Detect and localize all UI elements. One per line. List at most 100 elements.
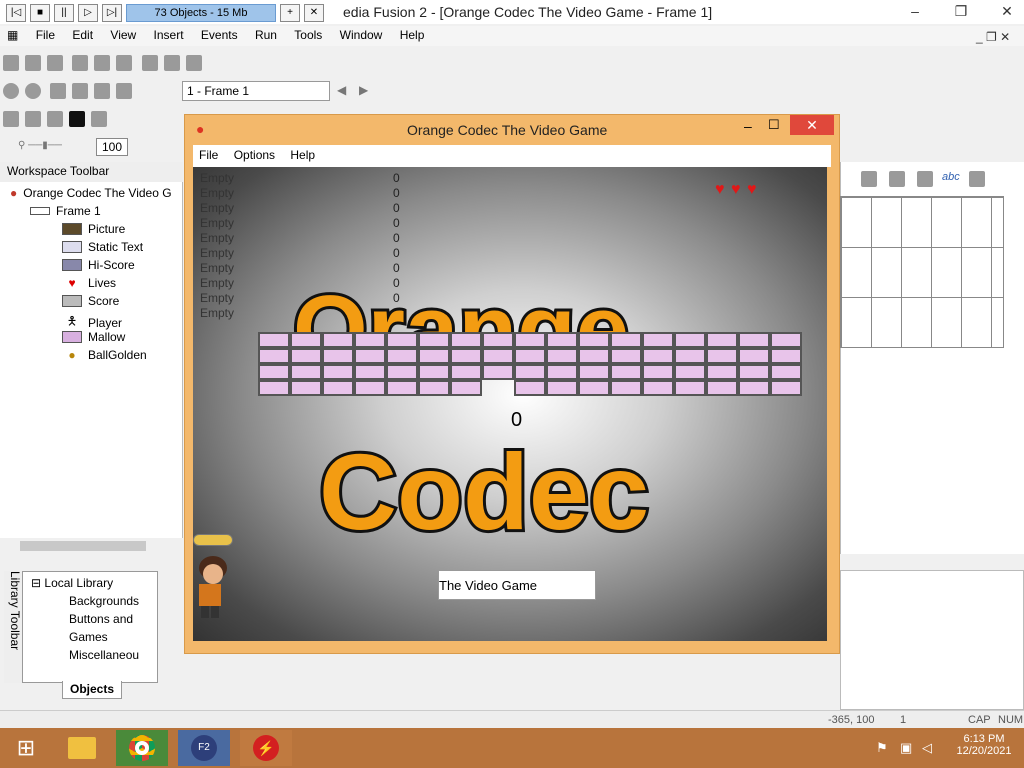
brick <box>258 380 290 396</box>
menu-insert[interactable]: Insert <box>147 26 191 44</box>
hiscore-value: 0 <box>393 216 400 230</box>
undo-icon[interactable] <box>141 55 158 71</box>
menu-file[interactable]: File <box>29 26 62 44</box>
add-button[interactable]: + <box>280 4 300 22</box>
prev-frame-icon[interactable]: ◀ <box>337 83 346 97</box>
properties-icon[interactable] <box>116 83 133 99</box>
next-frame-button[interactable]: ▷| <box>102 4 122 22</box>
next-frame-icon[interactable]: ▶ <box>359 83 368 97</box>
text-object-icon[interactable]: abc <box>942 171 960 190</box>
open-icon[interactable] <box>25 55 41 71</box>
life-heart-icon: ♥ <box>731 181 741 198</box>
tree-item-static-text[interactable]: Static Text <box>62 240 143 254</box>
picture-object-icon[interactable] <box>889 171 905 187</box>
menu-events[interactable]: Events <box>194 26 245 44</box>
comment-icon[interactable] <box>185 55 202 71</box>
grid-icon[interactable] <box>91 111 107 127</box>
first-frame-button[interactable]: |◁ <box>6 4 26 22</box>
zoom-input[interactable]: 100 <box>96 138 128 156</box>
objects-tab[interactable]: Objects <box>62 681 122 699</box>
save-icon[interactable] <box>47 55 63 71</box>
game-close-button[interactable]: ✕ <box>790 115 834 135</box>
start-button[interactable]: ⊞ <box>0 730 52 766</box>
zoom-slider[interactable]: ⚲ ──▮── <box>18 140 88 152</box>
object-grid[interactable] <box>840 196 1004 348</box>
properties-panel <box>840 570 1024 710</box>
tree-root[interactable]: ● Orange Codec The Video G <box>10 186 172 200</box>
game-taskbar-button[interactable]: ⚡ <box>240 730 292 766</box>
black-square-icon[interactable] <box>69 111 85 127</box>
menu-edit[interactable]: Edit <box>65 26 100 44</box>
game-menu-options[interactable]: Options <box>228 145 281 165</box>
volume-icon[interactable]: ◁ <box>922 740 932 756</box>
brick <box>642 380 674 396</box>
clock-date: 12/20/2021 <box>956 745 1012 757</box>
explorer-button[interactable] <box>56 730 108 766</box>
minimize-button[interactable]: – <box>900 0 930 22</box>
tree-item-mallow[interactable]: Mallow <box>62 330 125 344</box>
redo-icon[interactable] <box>163 55 180 71</box>
flag-icon[interactable]: ⚑ <box>876 740 888 756</box>
remove-button[interactable]: ✕ <box>304 4 324 22</box>
tree-item-score[interactable]: Score <box>62 294 119 308</box>
tree-item-ballgolden[interactable]: ● BallGolden <box>62 348 146 362</box>
tree-item-hi-score[interactable]: Hi-Score <box>62 258 135 272</box>
align-icon[interactable] <box>25 111 41 127</box>
chrome-button[interactable] <box>116 730 168 766</box>
game-maximize-button[interactable]: ☐ <box>768 117 780 133</box>
menu-help[interactable]: Help <box>393 26 432 44</box>
frame-editor-icon[interactable] <box>25 83 41 99</box>
brick <box>450 348 482 364</box>
library-toolbar-tab[interactable]: Library Toolbar <box>4 571 22 683</box>
new-icon[interactable] <box>3 55 19 71</box>
tree-frame[interactable]: Frame 1 <box>30 204 101 218</box>
tree-item-lives[interactable]: ♥ Lives <box>62 276 116 290</box>
num-indicator: NUM <box>998 714 1024 726</box>
list-object-icon[interactable] <box>968 171 985 187</box>
pause-button[interactable]: || <box>54 4 74 22</box>
mdi-controls[interactable]: _ ❐ ✕ <box>976 30 1010 44</box>
event-editor-icon[interactable] <box>50 83 67 99</box>
menu-window[interactable]: Window <box>333 26 390 44</box>
active-object-icon[interactable] <box>861 171 877 187</box>
menu-run[interactable]: Run <box>248 26 284 44</box>
library-item[interactable]: Games <box>69 630 108 644</box>
library-item[interactable]: Backgrounds <box>69 594 139 608</box>
game-menu-help[interactable]: Help <box>284 145 321 165</box>
paste-icon[interactable] <box>116 55 133 71</box>
cut-icon[interactable] <box>72 55 89 71</box>
menu-view[interactable]: View <box>103 26 143 44</box>
maximize-button[interactable]: ❐ <box>946 0 976 22</box>
library-item[interactable]: Buttons and <box>69 612 133 626</box>
game-menu-file[interactable]: File <box>193 145 224 165</box>
close-button[interactable]: ✕ <box>992 0 1022 22</box>
copy-icon[interactable] <box>94 55 111 71</box>
play-button[interactable]: ▷ <box>78 4 98 22</box>
library-item[interactable]: Miscellaneou <box>69 648 139 662</box>
fusion-button[interactable]: F2 <box>178 730 230 766</box>
brick-wall <box>258 332 802 396</box>
event-list-icon[interactable] <box>72 83 89 99</box>
subtitle-box: The Video Game <box>438 570 596 600</box>
tree-item-picture[interactable]: Picture <box>62 222 125 236</box>
storyboard-icon[interactable] <box>3 83 19 99</box>
brick <box>354 380 386 396</box>
game-minimize-button[interactable]: – <box>744 118 752 134</box>
data-elements-icon[interactable] <box>94 83 111 99</box>
heart-icon: ♥ <box>68 276 76 290</box>
brick <box>482 380 514 396</box>
workspace-scrollbar[interactable] <box>0 538 183 554</box>
backdrop-icon[interactable] <box>917 171 933 187</box>
stop-button[interactable]: ■ <box>30 4 50 22</box>
menu-tools[interactable]: Tools <box>287 26 329 44</box>
group-icon[interactable] <box>47 111 63 127</box>
menu-icon[interactable]: ▦ <box>0 26 25 44</box>
clock[interactable]: 6:13 PM 12/20/2021 <box>952 733 1016 757</box>
network-icon[interactable]: ▣ <box>900 740 912 756</box>
brick <box>610 380 642 396</box>
tree-item-label: Score <box>88 294 120 308</box>
layer-icon[interactable] <box>3 111 19 127</box>
library-root[interactable]: ⊟ Local Library <box>31 576 113 590</box>
frame-select[interactable]: 1 - Frame 1 <box>182 81 330 101</box>
game-canvas[interactable]: Empty Empty Empty Empty Empty Empty Empt… <box>193 167 827 641</box>
